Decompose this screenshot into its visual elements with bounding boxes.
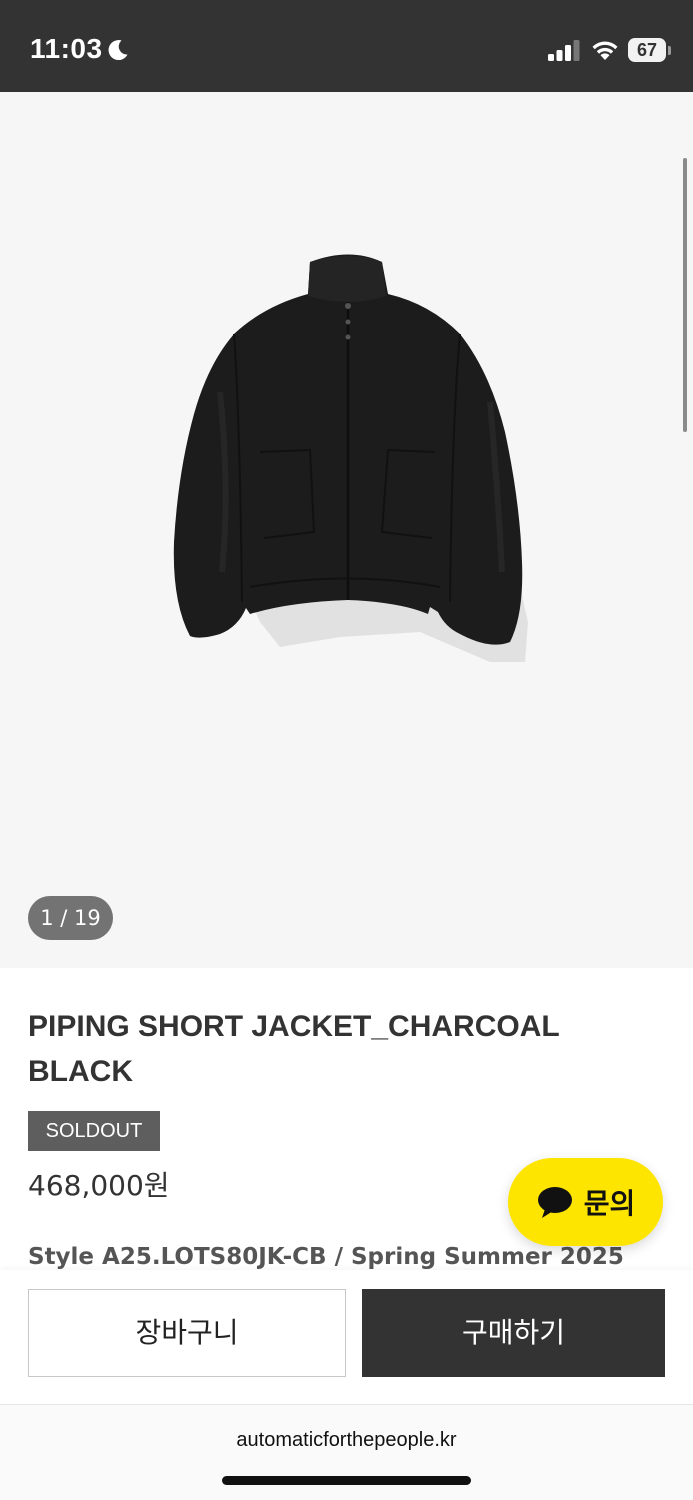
add-to-cart-button[interactable]: 장바구니 bbox=[28, 1289, 346, 1377]
product-gallery[interactable]: 1 / 19 bbox=[0, 92, 693, 968]
product-title: PIPING SHORT JACKET_CHARCOAL BLACK bbox=[28, 1010, 560, 1088]
home-indicator[interactable] bbox=[222, 1476, 471, 1485]
buy-now-button[interactable]: 구매하기 bbox=[362, 1289, 665, 1377]
url-text[interactable]: automaticforthepeople.kr bbox=[0, 1429, 693, 1452]
soldout-badge: SOLDOUT bbox=[28, 1111, 160, 1151]
status-time: 11:03 bbox=[30, 33, 103, 64]
battery-icon: 67 bbox=[628, 38, 672, 64]
signal-icon bbox=[548, 40, 580, 61]
product-price: 468,000원 bbox=[28, 1169, 170, 1202]
battery-tip bbox=[668, 46, 671, 55]
chat-bubble-icon bbox=[537, 1187, 572, 1218]
inquiry-label: 문의 bbox=[583, 1187, 636, 1220]
action-bar: 장바구니 구매하기 bbox=[0, 1270, 693, 1404]
battery-level: 67 bbox=[628, 38, 666, 62]
product-image[interactable] bbox=[160, 242, 540, 682]
browser-url-bar[interactable]: automaticforthepeople.kr bbox=[0, 1404, 693, 1500]
status-bar: 11:03 67 bbox=[0, 0, 693, 92]
image-counter: 1 / 19 bbox=[28, 896, 113, 940]
moon-icon bbox=[108, 40, 128, 61]
scroll-indicator[interactable] bbox=[683, 158, 687, 432]
style-info: Style A25.LOTS80JK-CB / Spring Summer 20… bbox=[28, 1244, 624, 1270]
wifi-icon bbox=[592, 41, 618, 60]
inquiry-button[interactable]: 문의 bbox=[508, 1158, 663, 1246]
